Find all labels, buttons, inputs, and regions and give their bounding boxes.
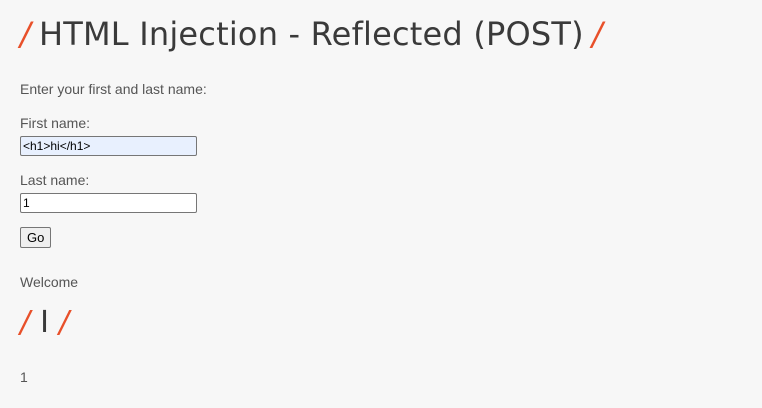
first-name-input[interactable] (20, 136, 197, 156)
page-title: / HTML Injection - Reflected (POST) / (20, 12, 603, 56)
first-name-label: First name: (20, 115, 91, 131)
page-title-text: HTML Injection - Reflected (POST) (38, 15, 584, 53)
last-name-label: Last name: (20, 172, 90, 188)
result-slash-right: / (58, 305, 70, 340)
title-slash-left: / (20, 15, 31, 53)
injected-heading: / I / (20, 303, 69, 343)
last-name-input[interactable] (20, 193, 197, 213)
last-name-output: 1 (20, 369, 28, 385)
go-button[interactable]: Go (20, 227, 52, 248)
injected-heading-text: I (40, 305, 49, 340)
result-slash-left: / (20, 305, 31, 340)
welcome-text: Welcome (20, 274, 79, 290)
form-intro: Enter your first and last name: (20, 81, 207, 97)
title-slash-right: / (591, 15, 603, 53)
